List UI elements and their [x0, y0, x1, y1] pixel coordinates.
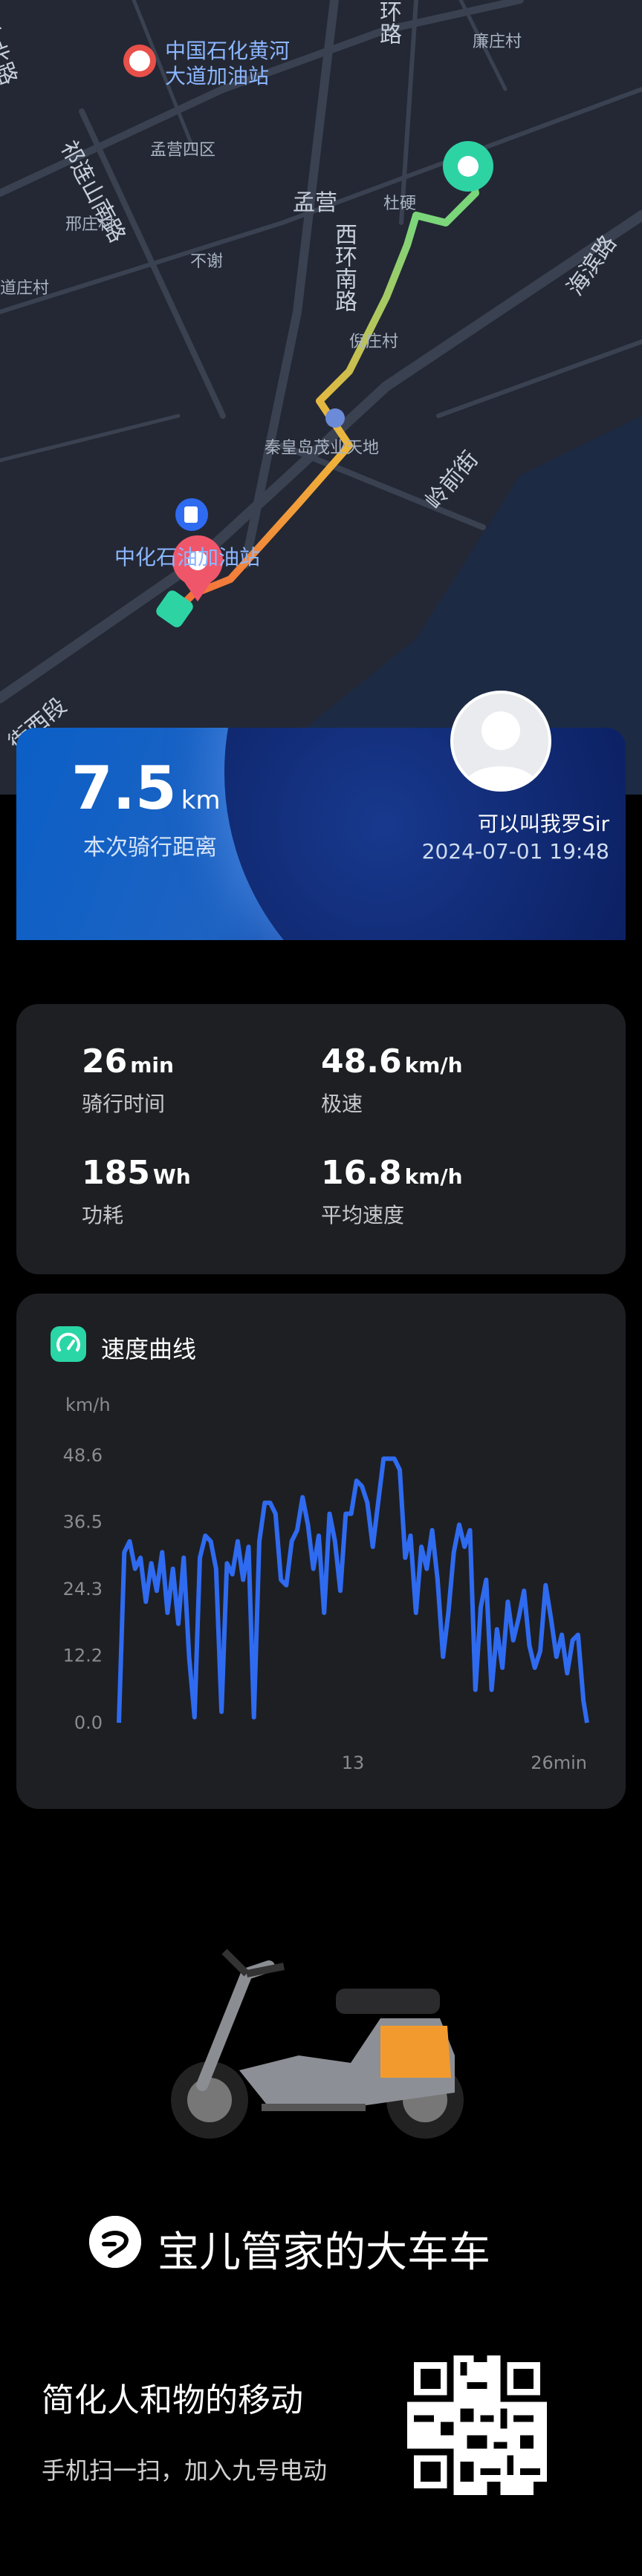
stat-unit: Wh [152, 1164, 191, 1189]
y-axis-label: km/h [65, 1395, 111, 1415]
place-label: 不谢 [190, 252, 224, 271]
stat-avg-speed: 16.8 km/h 平均速度 [321, 1154, 463, 1229]
user-avatar-icon [464, 711, 538, 789]
stat-label: 极速 [321, 1092, 363, 1116]
scan-text: 手机扫一扫，加入九号电动 [42, 2456, 328, 2485]
ninebot-logo-icon [89, 2216, 141, 2268]
stat-label: 骑行时间 [82, 1092, 166, 1116]
stat-label: 功耗 [82, 1203, 124, 1227]
route-map[interactable]: 中国石化黄河 大道加油站 山北路 环路 廉庄村 祁连山南路 孟营四区 孟营 邢庄… [0, 0, 642, 795]
speed-chart[interactable]: km/h 0.0 12.2 24.3 36.5 48.6 13 26min [0, 1389, 642, 1804]
distance-label: 本次骑行距离 [83, 835, 217, 861]
place-label: 孟营 [293, 190, 337, 216]
place-label: 邢庄村 [65, 215, 115, 234]
stats-panel: 26 min 骑行时间 48.6 km/h 极速 185 Wh 功耗 16.8 km/h… [16, 1004, 626, 1274]
stat-value: 16.8 [321, 1154, 402, 1192]
gas-station-label-1: 中国石化黄河 大道加油站 [165, 39, 291, 88]
scooter-name: 宝儿管家的大车车 [158, 2228, 490, 2277]
slogan: 简化人和物的移动 [42, 2381, 303, 2419]
avatar[interactable] [450, 691, 551, 792]
distance-unit: km [181, 786, 221, 815]
stat-unit: km/h [404, 1164, 463, 1189]
qr-code[interactable] [407, 2355, 547, 2495]
place-label: 杜硬 [383, 195, 417, 213]
place-label: 秦皇岛茂业天地 [265, 439, 380, 457]
stat-value: 185 [82, 1154, 150, 1192]
place-label: 廉庄村 [473, 33, 522, 51]
road-label: 环路 [375, 0, 401, 45]
distance-number: 7.5 [71, 754, 177, 823]
stat-ride-time: 26 min 骑行时间 [82, 1043, 174, 1118]
x-tick-label: 13 [342, 1752, 365, 1773]
scooter-image [171, 1949, 464, 2139]
stat-value: 26 [82, 1043, 128, 1080]
speedometer-icon [51, 1326, 86, 1362]
stat-top-speed: 48.6 km/h 极速 [321, 1043, 463, 1118]
map-roads [0, 0, 642, 795]
ride-datetime: 2024-07-01 19:48 [421, 839, 609, 864]
place-label: 道庄村 [0, 279, 50, 298]
road-label: 西环南路 [331, 223, 357, 312]
place-label: 倪庄村 [349, 333, 399, 351]
distance-value: 7.5 km [71, 754, 221, 823]
y-tick-label: 36.5 [63, 1512, 103, 1533]
y-tick-label: 48.6 [63, 1445, 103, 1466]
stat-power: 185 Wh 功耗 [82, 1154, 191, 1229]
gas-station-label-2: 中化石油加油站 [114, 545, 261, 570]
user-name: 可以叫我罗Sir [477, 812, 609, 836]
y-tick-label: 0.0 [74, 1712, 103, 1733]
qr-code-icon [407, 2355, 547, 2495]
y-tick-label: 24.3 [63, 1579, 103, 1600]
stat-unit: min [130, 1053, 174, 1077]
chart-title: 速度曲线 [101, 1335, 197, 1363]
y-tick-label: 12.2 [63, 1646, 103, 1666]
speed-line [117, 1456, 589, 1724]
place-label: 孟营四区 [150, 141, 216, 160]
stat-unit: km/h [404, 1053, 463, 1077]
stat-label: 平均速度 [321, 1203, 405, 1227]
stat-value: 48.6 [321, 1043, 402, 1080]
x-tick-label: 26min [531, 1752, 587, 1773]
